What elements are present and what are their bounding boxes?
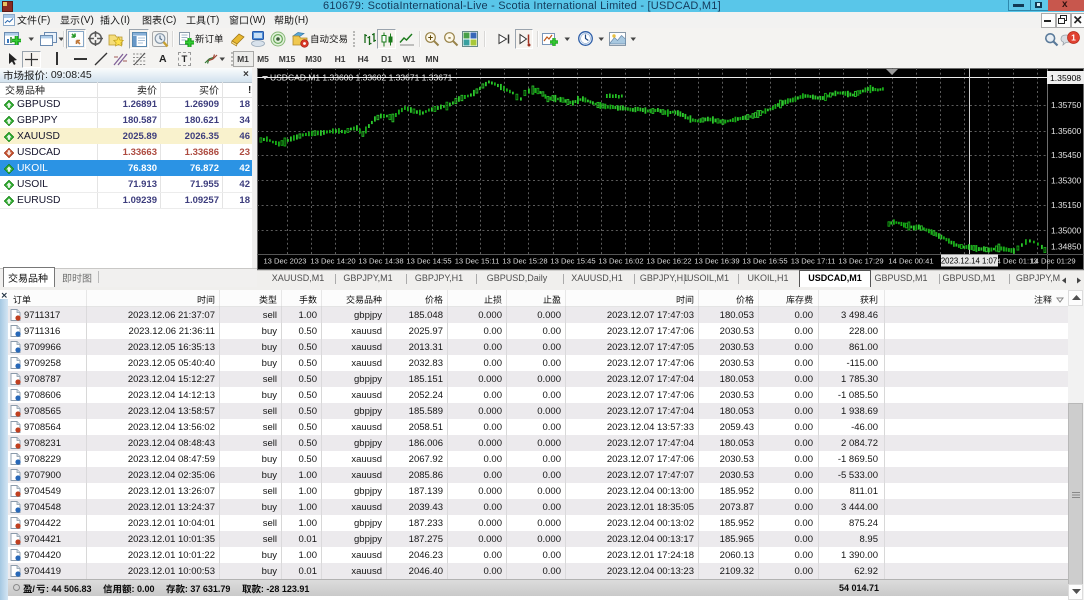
svg-text:1.35300: 1.35300 xyxy=(1051,176,1082,186)
svg-text:1.35150: 1.35150 xyxy=(1051,200,1082,210)
svg-text:13 Dec 15:11: 13 Dec 15:11 xyxy=(455,257,500,266)
svg-text:1.35450: 1.35450 xyxy=(1051,150,1082,160)
svg-text:13 Dec 17:29: 13 Dec 17:29 xyxy=(838,257,883,266)
svg-text:13 Dec 17:11: 13 Dec 17:11 xyxy=(791,257,836,266)
svg-text:1.34850: 1.34850 xyxy=(1051,241,1082,251)
svg-text:14 Dec 01:29: 14 Dec 01:29 xyxy=(1030,257,1075,266)
svg-text:1.35750: 1.35750 xyxy=(1051,100,1082,110)
svg-text:13 Dec 15:45: 13 Dec 15:45 xyxy=(550,257,595,266)
svg-text:13 Dec 16:22: 13 Dec 16:22 xyxy=(646,257,691,266)
svg-text:14 Dec 00:41: 14 Dec 00:41 xyxy=(888,257,933,266)
svg-text:+: + xyxy=(428,33,433,43)
svg-text:13 Dec 16:02: 13 Dec 16:02 xyxy=(598,257,643,266)
svg-text:13 Dec 16:39: 13 Dec 16:39 xyxy=(694,257,739,266)
svg-text:-: - xyxy=(448,33,451,43)
svg-text:13 Dec 2023: 13 Dec 2023 xyxy=(263,257,306,266)
svg-text:13 Dec 14:55: 13 Dec 14:55 xyxy=(406,257,451,266)
svg-text:1.35600: 1.35600 xyxy=(1051,126,1082,136)
svg-text:13 Dec 16:55: 13 Dec 16:55 xyxy=(742,257,787,266)
svg-text:1: 1 xyxy=(1071,33,1076,43)
svg-text:13 Dec 15:28: 13 Dec 15:28 xyxy=(502,257,547,266)
svg-text:13 Dec 14:20: 13 Dec 14:20 xyxy=(310,257,355,266)
svg-text:1.35000: 1.35000 xyxy=(1051,226,1082,236)
svg-text:1.35908: 1.35908 xyxy=(1050,73,1081,83)
svg-text:13 Dec 14:38: 13 Dec 14:38 xyxy=(358,257,403,266)
svg-text:USDCAD,M1 1.33600 1.33602 1.3: USDCAD,M1 1.33600 1.33602 1.33671 1.3367… xyxy=(270,72,453,82)
svg-text:2023.12.14 1:07: 2023.12.14 1:07 xyxy=(941,256,997,265)
